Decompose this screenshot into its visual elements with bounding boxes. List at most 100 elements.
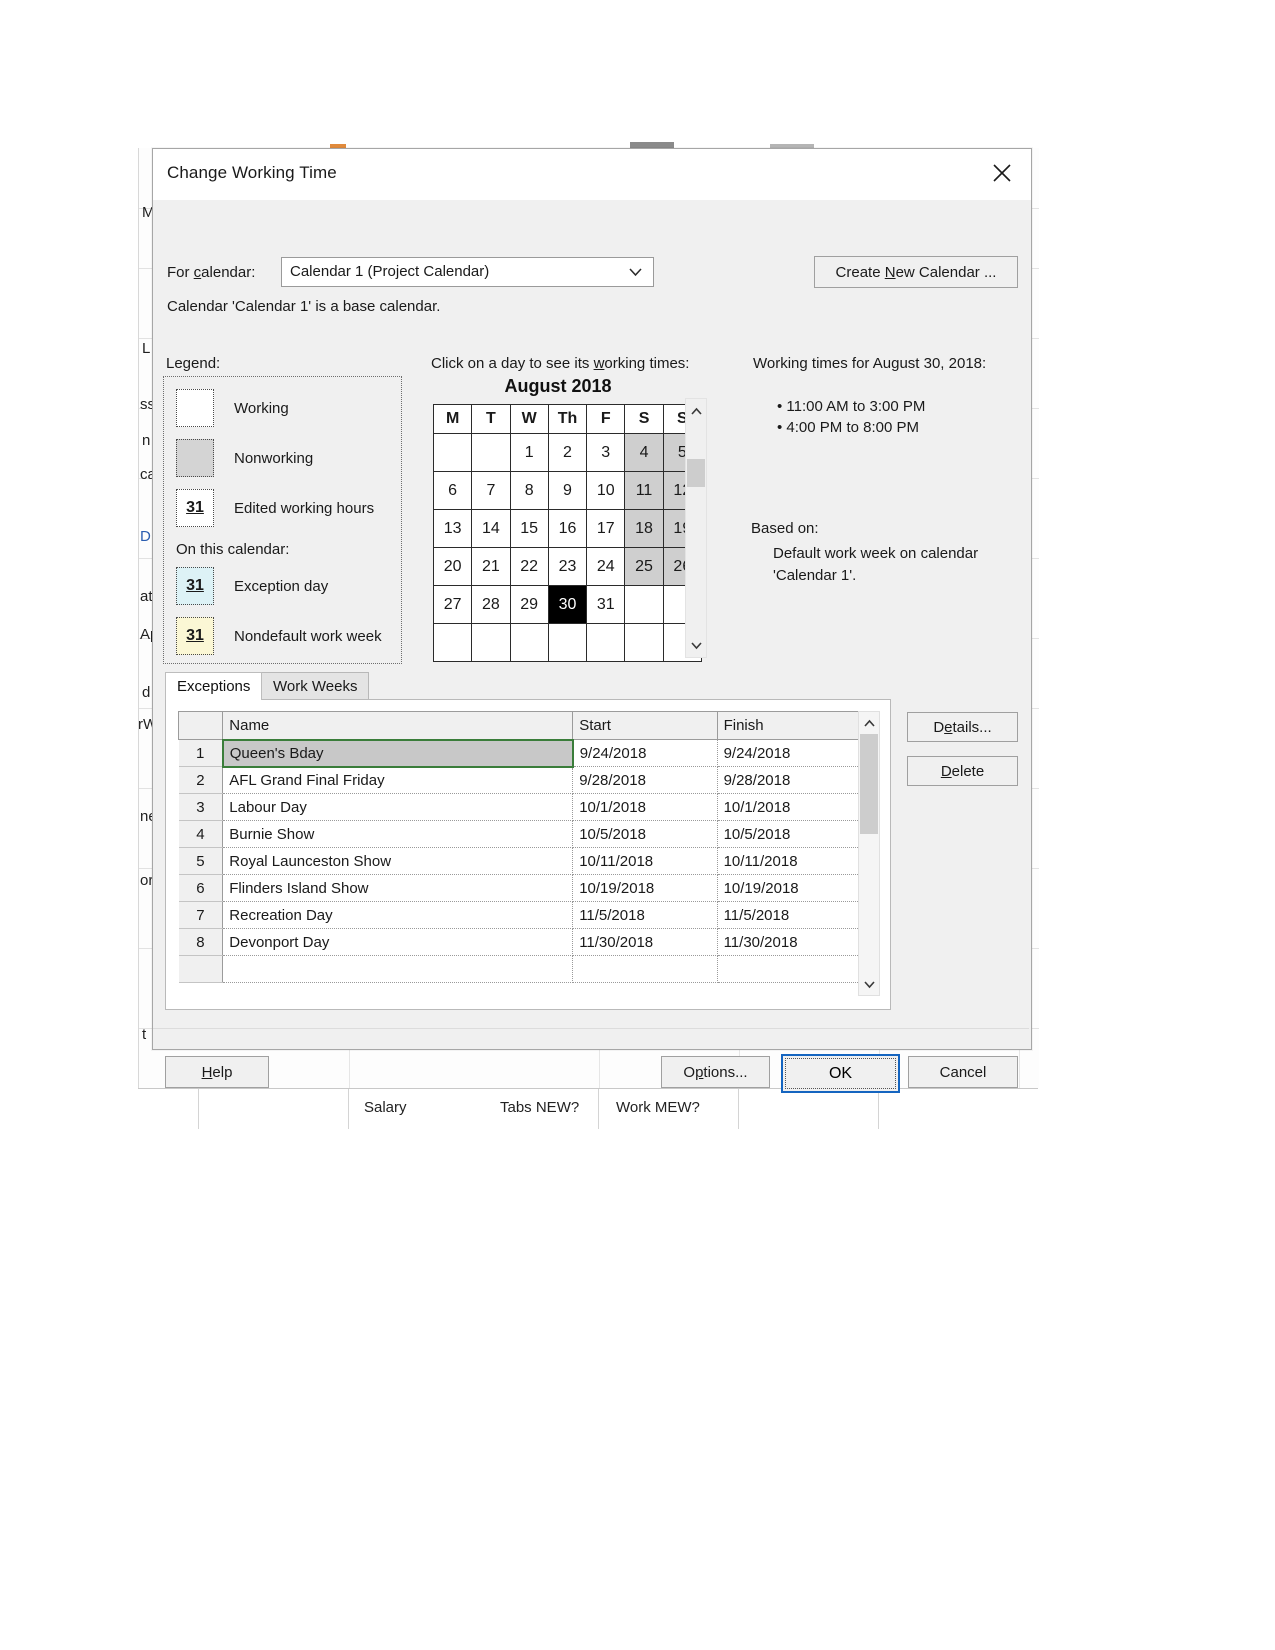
tab-exceptions[interactable]: Exceptions [165,672,263,700]
legend-label-nonworking: Nonworking [234,449,314,467]
table-row[interactable]: 6 Flinders Island Show 10/19/2018 10/19/201… [178,874,862,902]
grid-scroll-up-icon[interactable] [859,713,879,733]
exceptions-scrollbar[interactable] [858,711,880,996]
row-name-cell[interactable]: Devonport Day [222,928,574,956]
calendar-day-20[interactable]: 20 [432,547,473,586]
calendar-day-9[interactable]: 9 [547,471,588,510]
calendar-day-24[interactable]: 24 [586,547,626,586]
calendar-weekday-3: Th [547,404,588,434]
table-row[interactable]: 1 Queen's Bday 9/24/2018 9/24/2018 [178,738,862,768]
row-index-cell[interactable]: 3 [178,793,224,821]
row-finish-cell[interactable]: 11/30/2018 [717,928,862,956]
row-index-cell[interactable]: 8 [178,928,224,956]
row-finish-cell[interactable]: 10/5/2018 [717,820,862,848]
table-row[interactable]: 2 AFL Grand Final Friday 9/28/2018 9/28/201… [178,766,862,794]
calendar-day-30[interactable]: 30 [547,585,588,624]
column-header-finish[interactable]: Finish [716,711,863,740]
legend-label-exception-day: Exception day [234,577,329,595]
row-start-cell[interactable]: 10/11/2018 [572,847,718,875]
table-row[interactable]: 3 Labour Day 10/1/2018 10/1/2018 [178,793,862,821]
grid-scroll-thumb[interactable] [860,734,878,834]
row-index-cell[interactable]: 2 [178,766,224,794]
calendar-day-27[interactable]: 27 [432,585,473,624]
row-index-cell[interactable] [178,955,224,983]
row-name-cell[interactable]: Labour Day [222,793,574,821]
options-button[interactable]: Options... [661,1056,770,1088]
column-header-name[interactable]: Name [222,711,574,740]
calendar-day-22[interactable]: 22 [509,547,549,586]
calendar-select[interactable]: Calendar 1 (Project Calendar) [281,257,654,287]
calendar-day-21[interactable]: 21 [471,547,511,586]
close-icon[interactable] [979,153,1025,193]
bg-bottom-cell-1: Tabs NEW? [500,1099,580,1116]
calendar-day-10[interactable]: 10 [586,471,626,510]
row-index-cell[interactable]: 6 [178,874,224,902]
calendar-day-28[interactable]: 28 [471,585,511,624]
row-start-cell[interactable]: 10/19/2018 [572,874,718,902]
row-name-cell[interactable]: Royal Launceston Show [222,847,574,875]
table-row[interactable]: 4 Burnie Show 10/5/2018 10/5/2018 [178,820,862,848]
table-row[interactable]: 8 Devonport Day 11/30/2018 11/30/2018 [178,928,862,956]
row-start-cell[interactable]: 11/30/2018 [572,928,718,956]
row-name-cell[interactable]: Burnie Show [222,820,574,848]
row-name-cell[interactable]: Recreation Day [222,901,574,929]
table-row[interactable]: 7 Recreation Day 11/5/2018 11/5/2018 [178,901,862,929]
row-finish-cell[interactable] [717,955,862,983]
scroll-up-icon[interactable] [686,401,706,421]
row-finish-cell[interactable]: 9/24/2018 [717,739,862,767]
tab-work-weeks[interactable]: Work Weeks [261,672,370,700]
row-name-cell[interactable]: Flinders Island Show [222,874,574,902]
table-row[interactable]: 5 Royal Launceston Show 10/11/2018 10/11/20… [178,847,862,875]
calendar-day-4[interactable]: 4 [624,433,664,472]
calendar-day-8[interactable]: 8 [509,471,549,510]
row-index-cell[interactable]: 7 [178,901,224,929]
calendar-day-23[interactable]: 23 [547,547,588,586]
column-header-start[interactable]: Start [572,711,718,740]
row-start-cell[interactable]: 10/5/2018 [572,820,718,848]
ok-button[interactable]: OK [781,1054,900,1093]
calendar-day-13[interactable]: 13 [432,509,473,548]
table-row[interactable] [178,955,862,983]
row-start-cell[interactable]: 9/28/2018 [572,766,718,794]
calendar-day-29[interactable]: 29 [509,585,549,624]
row-name-cell[interactable] [222,955,574,983]
details-button[interactable]: Details... [907,712,1018,742]
calendar-day-25[interactable]: 25 [624,547,664,586]
calendar-day-11[interactable]: 11 [624,471,664,510]
calendar-day-18[interactable]: 18 [624,509,664,548]
scroll-down-icon[interactable] [686,635,706,655]
calendar-day-3[interactable]: 3 [586,433,626,472]
row-name-cell[interactable]: AFL Grand Final Friday [222,766,574,794]
calendar-day-7[interactable]: 7 [471,471,511,510]
calendar-day-2[interactable]: 2 [547,433,588,472]
grid-scroll-down-icon[interactable] [859,974,879,994]
calendar-day-1[interactable]: 1 [509,433,549,472]
calendar-day-15[interactable]: 15 [509,509,549,548]
create-new-calendar-button[interactable]: Create New Calendar ... [814,256,1018,288]
calendar-day-31[interactable]: 31 [586,585,626,624]
row-index-cell[interactable]: 5 [178,847,224,875]
delete-button[interactable]: Delete [907,756,1018,786]
calendar-day-16[interactable]: 16 [547,509,588,548]
row-finish-cell[interactable]: 10/1/2018 [717,793,862,821]
row-start-cell[interactable]: 9/24/2018 [572,739,718,767]
row-finish-cell[interactable]: 10/19/2018 [717,874,862,902]
bg-fragment-5: D [140,528,151,545]
row-finish-cell[interactable]: 9/28/2018 [717,766,862,794]
row-index-cell[interactable]: 1 [178,739,224,767]
bg-fragment-1: L [142,340,151,357]
cancel-button[interactable]: Cancel [908,1056,1018,1088]
calendar-day-14[interactable]: 14 [471,509,511,548]
calendar-day-6[interactable]: 6 [432,471,473,510]
row-start-cell[interactable] [572,955,718,983]
row-start-cell[interactable]: 10/1/2018 [572,793,718,821]
row-name-cell[interactable]: Queen's Bday [221,738,574,768]
help-button[interactable]: Help [165,1056,269,1088]
calendar-scrollbar[interactable] [685,398,707,658]
row-finish-cell[interactable]: 10/11/2018 [717,847,862,875]
row-start-cell[interactable]: 11/5/2018 [572,901,718,929]
row-finish-cell[interactable]: 11/5/2018 [717,901,862,929]
calendar-day-17[interactable]: 17 [586,509,626,548]
row-index-cell[interactable]: 4 [178,820,224,848]
calendar-scroll-thumb[interactable] [687,459,705,487]
